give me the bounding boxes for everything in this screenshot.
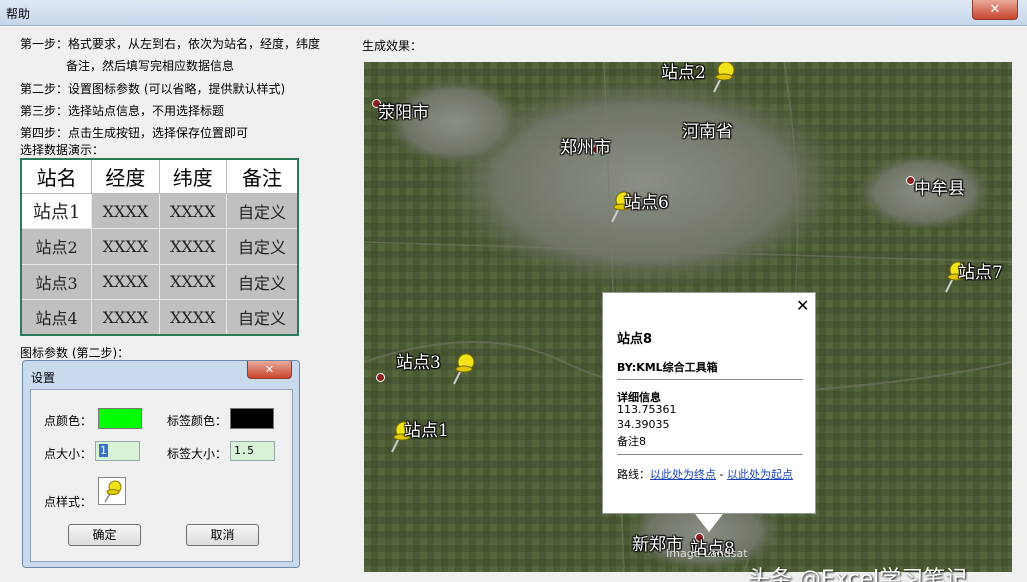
table-header-row: 站名 经度 纬度 备注: [20, 158, 299, 194]
route-from-link[interactable]: 以此处为起点: [727, 468, 793, 481]
popup-latitude: 34.39035: [617, 418, 670, 431]
route-separator: -: [716, 468, 727, 481]
step-3: 第三步：选择站点信息，不用选择标题: [20, 104, 225, 118]
data-demo-table: 站名 经度 纬度 备注 站点1 XXXX XXXX 自定义 站点2 XXXX X…: [20, 158, 299, 336]
station-info-popup: ✕ 站点8 BY:KML综合工具箱 详细信息 113.75361 34.3903…: [602, 292, 816, 532]
point-size-input[interactable]: 1: [95, 441, 140, 461]
point-style-label: 点样式：: [44, 495, 93, 509]
column-header: 备注: [225, 158, 299, 194]
column-header: 经度: [91, 158, 160, 194]
map-result[interactable]: 荥阳市 郑州市 河南省 中牟县 新郑市 站点2 站点6 站点7 站点3 站点1 …: [364, 62, 1012, 572]
point-color-swatch[interactable]: [98, 408, 142, 429]
label-size-input[interactable]: 1.5: [230, 441, 275, 461]
table-row: 站点3 XXXX XXXX 自定义: [20, 263, 299, 301]
table-cell: 自定义: [225, 299, 299, 336]
table-cell: XXXX: [158, 192, 227, 230]
map-label-zhongmou: 中牟县: [914, 179, 965, 199]
point-style-button[interactable]: [98, 477, 126, 505]
column-header: 纬度: [158, 158, 227, 194]
step-4: 第四步：点击生成按钮，选择保存位置即可: [20, 126, 249, 140]
table-cell: XXXX: [158, 263, 227, 301]
step-1-line-2: 备注，然后填写完相应数据信息: [66, 59, 235, 73]
settings-body: 点颜色： 标签颜色： 点大小： 1 标签大小： 1.5 点样式： 确定 取消: [30, 389, 293, 562]
map-label-zhengzhou: 郑州市: [560, 138, 611, 158]
popup-pointer: [695, 514, 723, 532]
table-cell: 自定义: [225, 192, 299, 230]
table-cell: 站点1: [20, 192, 93, 230]
table-row: 站点4 XXXX XXXX 自定义: [20, 299, 299, 336]
divider: [617, 379, 803, 380]
table-cell: XXXX: [158, 228, 227, 265]
label-size-label: 标签大小：: [167, 447, 228, 461]
table-cell: 自定义: [225, 228, 299, 265]
route-to-link[interactable]: 以此处为终点: [650, 468, 716, 481]
pushpin-icon[interactable]: [448, 352, 478, 386]
divider: [617, 454, 803, 455]
popup-title: 站点8: [617, 332, 653, 347]
settings-close-button[interactable]: ✕: [247, 361, 292, 379]
icon-params-label: 图标参数 (第二步)：: [20, 346, 130, 360]
table-cell: XXXX: [158, 299, 227, 336]
table-cell: XXXX: [91, 299, 160, 336]
help-content: 第一步：格式要求，从左到右，依次为站名，经度，纬度 备注，然后填写完相应数据信息…: [0, 27, 1027, 582]
table-cell: XXXX: [91, 263, 160, 301]
city-marker: [376, 373, 385, 382]
route-prefix: 路线：: [617, 468, 650, 481]
title-bar: 帮助 ✕: [0, 0, 1027, 26]
map-label-henan: 河南省: [682, 122, 733, 142]
map-label-station1: 站点1: [404, 421, 449, 441]
data-demo-label: 选择数据演示：: [20, 143, 105, 157]
table-cell: 站点2: [20, 228, 93, 265]
window-close-button[interactable]: ✕: [972, 0, 1018, 20]
popup-close-icon[interactable]: ✕: [796, 296, 809, 315]
settings-dialog-title: 设置: [31, 371, 56, 385]
pushpin-icon[interactable]: [708, 62, 738, 94]
table-cell: 自定义: [225, 263, 299, 301]
ok-button[interactable]: 确定: [68, 524, 141, 546]
column-header: 站名: [20, 158, 93, 194]
label-color-label: 标签颜色：: [167, 414, 228, 428]
step-2: 第二步：设置图标参数 (可以省略，提供默认样式): [20, 82, 286, 96]
label-color-swatch[interactable]: [230, 408, 274, 429]
image-credit: Image Landsat: [666, 547, 748, 560]
map-label-xingyang: 荥阳市: [378, 103, 429, 123]
settings-dialog: 设置 ✕ 点颜色： 标签颜色： 点大小： 1 标签大小： 1.5 点样式： 确定…: [22, 360, 300, 568]
cancel-button[interactable]: 取消: [186, 524, 259, 546]
table-cell: XXXX: [91, 228, 160, 265]
table-row: 站点2 XXXX XXXX 自定义: [20, 228, 299, 265]
map-label-station6: 站点6: [624, 193, 669, 213]
window-title: 帮助: [6, 7, 31, 21]
point-size-value: 1: [99, 444, 108, 457]
map-label-station2: 站点2: [661, 63, 706, 83]
popup-route: 路线：以此处为终点 - 以此处为起点: [617, 468, 807, 482]
map-label-station7: 站点7: [958, 263, 1003, 283]
popup-note: 备注8: [617, 435, 646, 448]
point-color-label: 点颜色：: [44, 414, 93, 428]
pushpin-icon: [104, 480, 122, 503]
table-cell: 站点3: [20, 263, 93, 301]
popup-longitude: 113.75361: [617, 403, 677, 416]
result-label: 生成效果：: [362, 39, 423, 53]
popup-author: BY:KML综合工具箱: [617, 361, 718, 374]
table-cell: 站点4: [20, 299, 93, 336]
watermark: 头条 @Excel学习笔记: [748, 567, 968, 582]
step-1-line-1: 第一步：格式要求，从左到右，依次为站名，经度，纬度: [20, 37, 321, 51]
point-size-label: 点大小：: [44, 447, 93, 461]
table-cell: XXXX: [91, 192, 160, 230]
table-row: 站点1 XXXX XXXX 自定义: [20, 192, 299, 230]
map-label-station3: 站点3: [396, 353, 441, 373]
